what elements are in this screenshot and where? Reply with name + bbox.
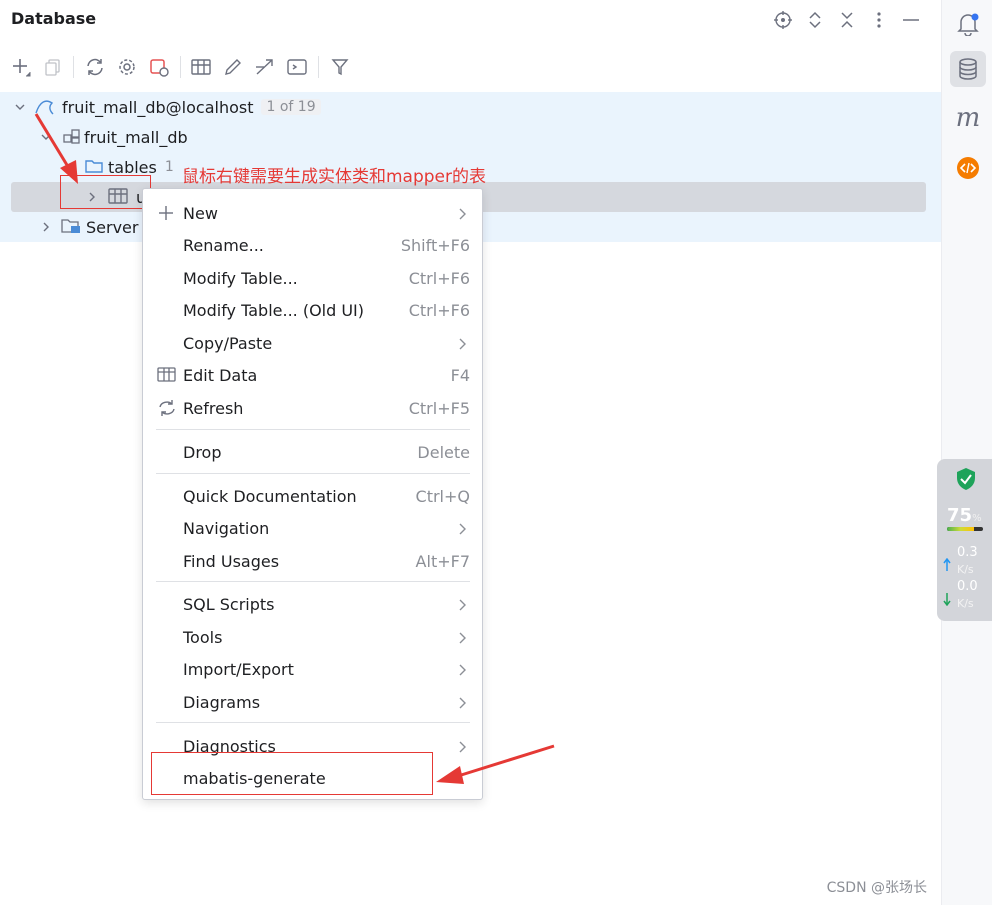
annotation-text: 鼠标右键需要生成实体类和mapper的表 — [182, 167, 487, 187]
menu-item-quick-documentation[interactable]: Quick Documentation Ctrl+Q — [143, 480, 482, 512]
tree-row-server[interactable]: Server — [38, 212, 138, 242]
menu-separator — [156, 473, 470, 474]
tables-count: 1 — [164, 159, 174, 175]
edit-icon[interactable] — [220, 54, 246, 80]
expand-collapse-icon[interactable] — [799, 8, 831, 32]
menu-item-sql-scripts[interactable]: SQL Scripts — [143, 588, 482, 620]
plus-icon — [157, 204, 177, 222]
collapse-all-icon[interactable] — [831, 8, 863, 32]
database-toolbar — [0, 50, 941, 84]
tables-label: tables — [108, 157, 157, 177]
more-options-icon[interactable] — [863, 8, 895, 32]
connection-counter: 1 of 19 — [261, 99, 321, 115]
server-label: Server — [86, 217, 139, 237]
header-actions — [767, 8, 927, 32]
add-icon[interactable] — [8, 54, 34, 80]
panel-header: Database — [0, 0, 941, 44]
download-arrow-icon — [943, 591, 951, 610]
upload-arrow-icon — [943, 557, 951, 576]
copy-icon[interactable] — [40, 54, 66, 80]
refresh-icon — [157, 399, 177, 417]
chevron-down-icon[interactable] — [12, 99, 28, 115]
locate-icon[interactable] — [767, 8, 799, 32]
database-tool-icon[interactable] — [950, 51, 986, 87]
context-menu: New Rename... Shift+F6 Modify Table... C… — [142, 188, 483, 800]
memory-percent: 75% — [947, 505, 982, 526]
menu-item-copy-paste[interactable]: Copy/Paste — [143, 327, 482, 359]
minimize-icon[interactable] — [895, 8, 927, 32]
menu-separator — [156, 429, 470, 430]
menu-item-find-usages[interactable]: Find Usages Alt+F7 — [143, 545, 482, 577]
menu-item-modify-table-old[interactable]: Modify Table... (Old UI) Ctrl+F6 — [143, 294, 482, 326]
menu-separator — [156, 581, 470, 582]
filter-icon[interactable] — [327, 54, 353, 80]
jump-icon[interactable] — [252, 54, 278, 80]
refresh-icon[interactable] — [82, 54, 108, 80]
annotation-arrow-table — [34, 113, 78, 184]
menu-item-new[interactable]: New — [143, 197, 482, 229]
download-unit: K/s — [957, 597, 974, 610]
submenu-arrow-icon — [458, 695, 468, 714]
download-speed: 0.0 — [957, 579, 978, 594]
submenu-arrow-icon — [458, 630, 468, 649]
panel-title: Database — [11, 9, 97, 28]
schema-label: fruit_mall_db — [84, 127, 188, 147]
server-folder-icon — [60, 217, 86, 237]
submenu-arrow-icon — [458, 521, 468, 540]
annotation-box-generate — [151, 752, 433, 795]
menu-item-edit-data[interactable]: Edit Data F4 — [143, 359, 482, 391]
menu-separator — [156, 722, 470, 723]
menu-item-rename[interactable]: Rename... Shift+F6 — [143, 229, 482, 261]
database-panel: Database fruit_mall_db@localhost 1 of 19… — [0, 0, 941, 905]
plugin-icon[interactable] — [950, 150, 986, 186]
maven-icon[interactable]: m — [950, 100, 986, 136]
menu-item-import-export[interactable]: Import/Export — [143, 653, 482, 685]
submenu-arrow-icon — [458, 597, 468, 616]
submenu-arrow-icon — [458, 336, 468, 355]
submenu-arrow-icon — [458, 662, 468, 681]
annotation-arrow-generate — [436, 744, 555, 784]
table-icon[interactable] — [188, 54, 214, 80]
system-monitor-widget[interactable]: 75% 0.3 K/s 0.0 K/s — [937, 459, 992, 621]
connection-label: fruit_mall_db@localhost — [62, 97, 254, 117]
menu-item-modify-table[interactable]: Modify Table... Ctrl+F6 — [143, 262, 482, 294]
menu-item-tools[interactable]: Tools — [143, 621, 482, 653]
memory-bar-fill — [947, 527, 974, 531]
menu-item-refresh[interactable]: Refresh Ctrl+F5 — [143, 392, 482, 424]
watermark: CSDN @张场长 — [826, 880, 927, 896]
table-icon — [157, 366, 177, 384]
upload-speed: 0.3 — [957, 545, 978, 560]
menu-item-navigation[interactable]: Navigation — [143, 512, 482, 544]
settings-icon[interactable] — [114, 54, 140, 80]
memory-bar — [947, 527, 983, 531]
menu-item-drop[interactable]: Drop Delete — [143, 436, 482, 468]
upload-unit: K/s — [957, 563, 974, 576]
submenu-arrow-icon — [458, 206, 468, 225]
shield-check-icon — [955, 467, 977, 495]
disconnect-icon[interactable] — [146, 54, 172, 80]
chevron-right-icon[interactable] — [38, 219, 54, 235]
right-toolbar: m — [941, 0, 992, 905]
menu-item-diagrams[interactable]: Diagrams — [143, 686, 482, 718]
notifications-icon[interactable] — [950, 6, 986, 42]
console-icon[interactable] — [284, 54, 310, 80]
